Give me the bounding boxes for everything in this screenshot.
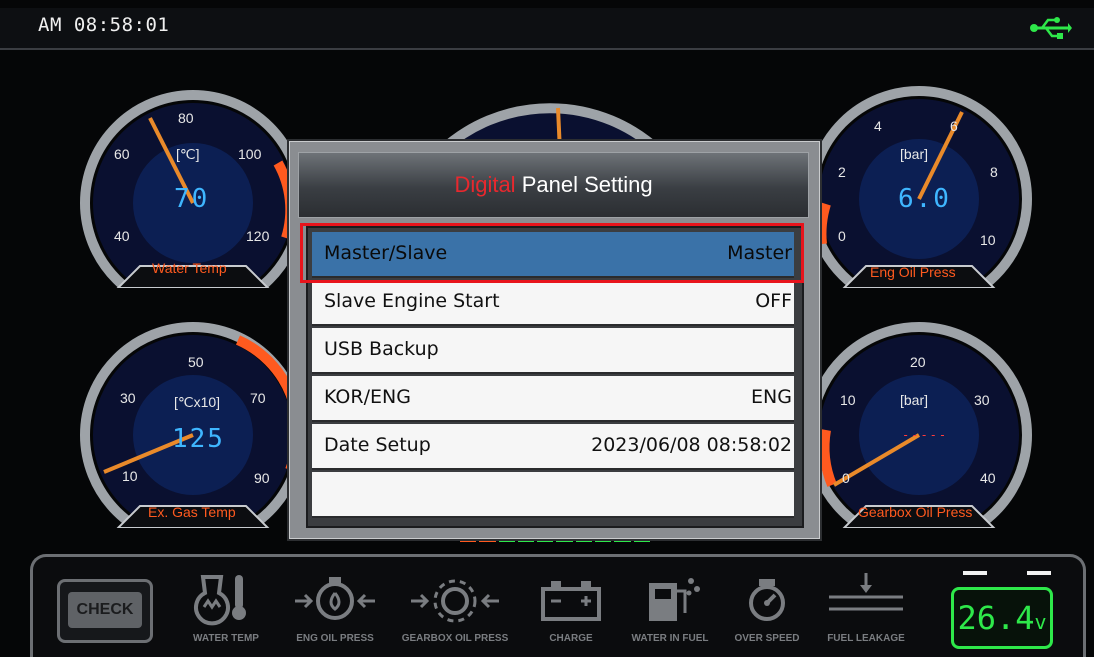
check-label: CHECK	[68, 592, 142, 628]
water-temp-indicator: WATER TEMP	[181, 569, 271, 644]
engine-speed-icon	[749, 579, 785, 621]
tick-label: 0	[838, 228, 846, 244]
indicator-label: FUEL LEAKAGE	[827, 633, 905, 644]
gauge-value: 70	[174, 184, 210, 214]
gearbox-oil-press-indicator: GEARBOX OIL PRESS	[395, 569, 515, 644]
tick-label: 2	[838, 164, 846, 180]
tick-label: 50	[188, 354, 204, 370]
gauge-name: Ex. Gas Temp	[148, 504, 236, 520]
water-temp-icon	[194, 575, 246, 626]
water-in-fuel-indicator: WATER IN FUEL	[625, 569, 715, 644]
voltage-unit: v	[1034, 610, 1047, 634]
usb-icon	[1030, 17, 1072, 39]
tick-label: 120	[246, 228, 270, 244]
indicator-label: OVER SPEED	[734, 633, 800, 644]
setting-value: ENG	[751, 386, 792, 408]
clock: AM 08:58:01	[38, 14, 170, 36]
tick-label: 10	[122, 468, 138, 484]
setting-slave-engine-start[interactable]: Slave Engine Start OFF	[312, 280, 794, 326]
tick-label: 4	[874, 118, 882, 134]
oil-press-icon	[295, 577, 375, 620]
battery-voltage-display: 26.4v	[951, 587, 1053, 649]
over-speed-indicator: OVER SPEED	[727, 569, 807, 644]
tick-label: 0	[842, 470, 850, 486]
tick-label: 80	[178, 110, 194, 126]
tick-label: 30	[974, 392, 990, 408]
fuel-pump-icon	[649, 578, 700, 621]
setting-label: Date Setup	[324, 434, 431, 456]
voltage-segment	[1027, 571, 1051, 575]
gauge-value: -----	[902, 428, 949, 442]
water-temp-gauge: 80 60 100 40 120 [℃] 70 Water Temp	[78, 88, 308, 288]
setting-label: USB Backup	[324, 338, 439, 360]
dialog-title: Digital Panel Setting	[298, 152, 809, 218]
gauge-value: 6.0	[898, 184, 951, 214]
status-bar: AM 08:58:01	[0, 8, 1094, 50]
warning-indicator-panel: CHECK WATER TEMP ENG OIL PRESS GEARBOX O…	[30, 554, 1086, 657]
gearbox-oil-press-dial	[806, 322, 1032, 528]
gauge-name: Eng Oil Press	[870, 264, 956, 280]
eng-oil-press-indicator: ENG OIL PRESS	[285, 569, 385, 644]
tick-label: 40	[114, 228, 130, 244]
gauge-name: Gearbox Oil Press	[858, 504, 973, 520]
indicator-label: GEARBOX OIL PRESS	[401, 633, 509, 644]
setting-empty-row[interactable]	[312, 472, 794, 518]
selection-highlight-frame	[300, 223, 804, 283]
digital-panel-screen: AM 08:58:01 80 60 100 40 120 [℃] 70 Wate…	[0, 0, 1094, 657]
tick-label: 10	[840, 392, 856, 408]
indicator-label: WATER IN FUEL	[631, 633, 709, 644]
charge-indicator: CHARGE	[531, 569, 611, 644]
tick-label: 100	[238, 146, 262, 162]
gauge-unit: [bar]	[900, 392, 929, 408]
fuel-leakage-icon	[829, 573, 903, 611]
indicator-label: ENG OIL PRESS	[296, 633, 374, 644]
check-engine-indicator: CHECK	[57, 579, 153, 643]
voltage-value: 26.4	[957, 599, 1035, 637]
eng-oil-press-gauge: 4 6 2 8 0 10 [bar] 6.0 Eng Oil Press	[804, 84, 1034, 288]
indicator-label: WATER TEMP	[193, 633, 259, 644]
gauge-name: Water Temp	[152, 260, 227, 276]
tick-label: 90	[254, 470, 270, 486]
dialog-title-rest: Panel Setting	[515, 172, 653, 197]
gauge-unit: [℃]	[176, 146, 200, 162]
fuel-leakage-indicator: FUEL LEAKAGE	[821, 569, 911, 644]
gearbox-oil-press-icon	[411, 579, 499, 623]
setting-usb-backup[interactable]: USB Backup	[312, 328, 794, 374]
setting-kor-eng[interactable]: KOR/ENG ENG	[312, 376, 794, 422]
tick-label: 70	[250, 390, 266, 406]
setting-label: Slave Engine Start	[324, 290, 500, 312]
tick-label: 60	[114, 146, 130, 162]
tick-label: 40	[980, 470, 996, 486]
gauge-unit: [℃x10]	[174, 394, 221, 410]
gearbox-oil-press-gauge: 0 10 20 30 40 [bar] ----- Gearbox Oil Pr…	[804, 320, 1034, 528]
tick-label: 8	[990, 164, 998, 180]
setting-label: KOR/ENG	[324, 386, 411, 408]
setting-value: 2023/06/08 08:58:02	[591, 434, 792, 456]
setting-value: OFF	[755, 290, 792, 312]
panel-setting-dialog: Digital Panel Setting Master/Slave Maste…	[289, 141, 820, 539]
dialog-title-accent: Digital	[454, 172, 516, 197]
gauge-unit: [bar]	[900, 146, 929, 162]
gauge-value: 125	[172, 424, 225, 454]
setting-date-setup[interactable]: Date Setup 2023/06/08 08:58:02	[312, 424, 794, 470]
tick-label: 10	[980, 232, 996, 248]
ex-gas-temp-gauge: 50 30 70 10 90 [℃x10] 125 Ex. Gas Temp	[78, 320, 308, 528]
tick-label: 6	[950, 118, 958, 134]
tick-label: 20	[910, 354, 926, 370]
battery-icon	[541, 581, 601, 621]
voltage-segment	[963, 571, 987, 575]
tick-label: 30	[120, 390, 136, 406]
indicator-label: CHARGE	[549, 633, 593, 644]
